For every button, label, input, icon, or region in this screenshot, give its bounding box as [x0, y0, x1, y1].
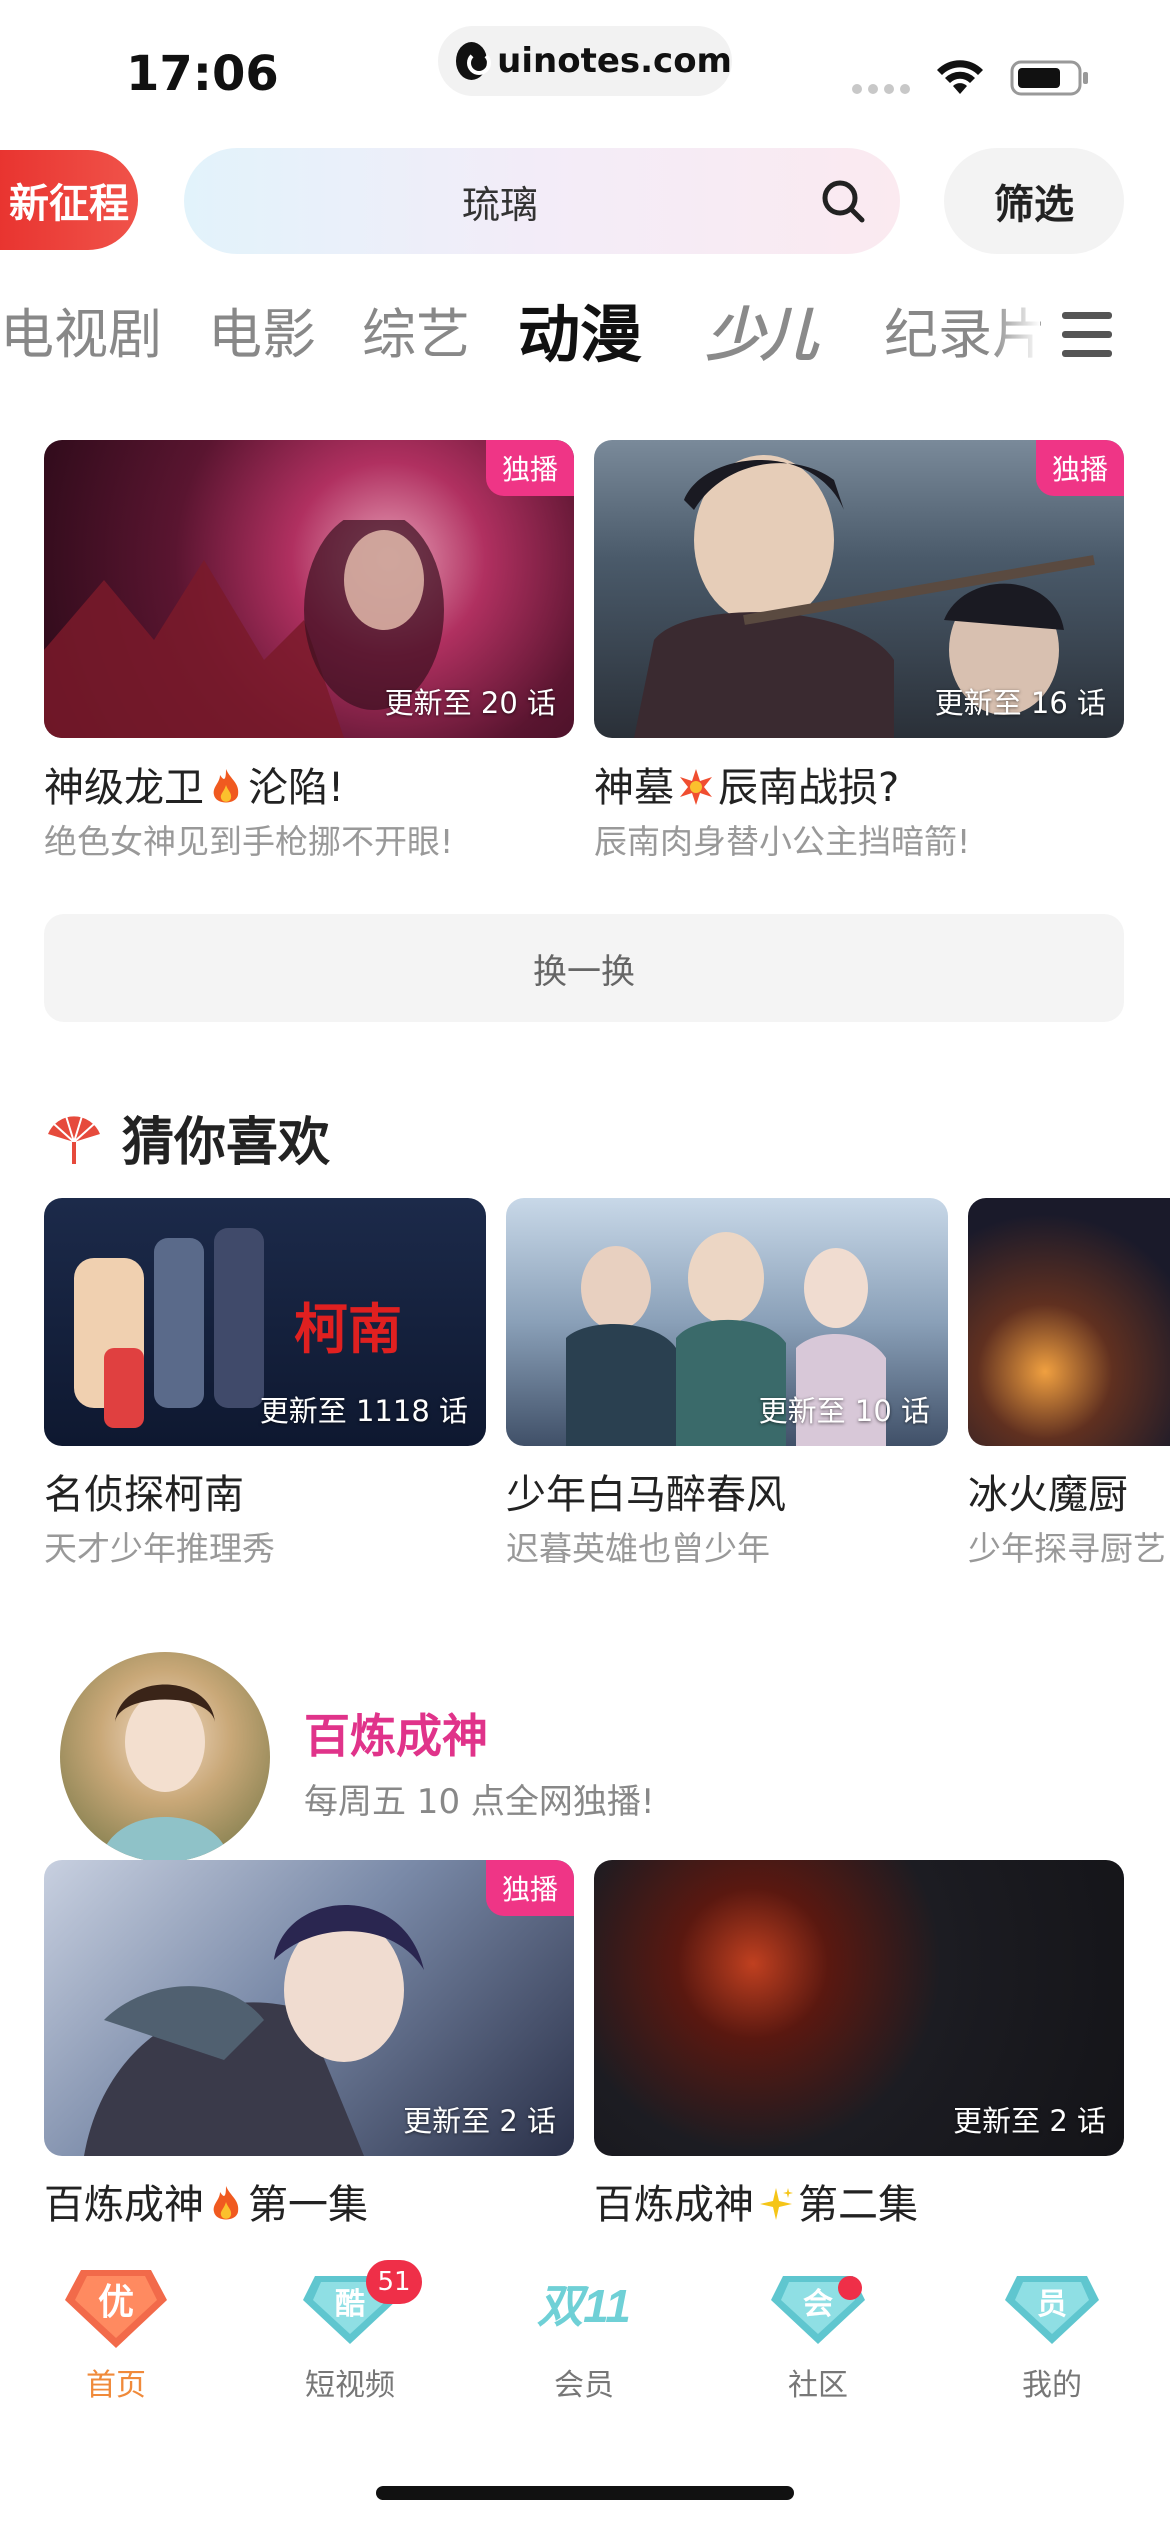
card-title: 神级龙卫 沦陷!: [44, 755, 344, 813]
title-part: 神级龙卫: [44, 765, 204, 811]
status-bar: 17:06 uinotes.com: [0, 0, 1170, 130]
section-title: 猜你喜欢: [122, 1113, 331, 1173]
nav-member[interactable]: 双11 会员: [504, 2260, 664, 2430]
home-indicator[interactable]: [376, 2486, 794, 2500]
wifi-icon: [937, 60, 983, 94]
thumbnail[interactable]: [968, 1198, 1170, 1446]
thumbnail[interactable]: 独播 更新至 16 话: [594, 440, 1124, 738]
explosion-icon: [680, 769, 712, 805]
update-label: 更新至 2 话: [403, 2104, 556, 2138]
tab-variety[interactable]: 综艺: [362, 290, 470, 380]
tab-anime[interactable]: 动漫: [518, 290, 642, 380]
title-part: 百炼成神: [594, 2182, 754, 2228]
update-label: 更新至 20 话: [384, 686, 556, 720]
nav-glyph: 优: [98, 2281, 134, 2322]
card-title: 名侦探柯南: [44, 1472, 244, 1518]
svg-text:柯南: 柯南: [294, 1300, 402, 1360]
title-part: 第一集: [248, 2182, 368, 2228]
title-part: 百炼成神: [44, 2182, 204, 2228]
card-title: 神墓 辰南战损?: [594, 755, 899, 813]
tabs-fade: [990, 290, 1040, 380]
community-icon: 会: [771, 2276, 865, 2344]
update-label: 更新至 10 话: [758, 1394, 930, 1428]
thumbnail[interactable]: 独播 更新至 2 话: [44, 1860, 574, 2156]
title-part: 神墓: [594, 765, 674, 811]
nav-profile[interactable]: 员 我的: [972, 2260, 1132, 2430]
title-part: 沦陷!: [248, 765, 345, 811]
promo-avatar[interactable]: [60, 1652, 270, 1862]
nav-label: 会员: [554, 2368, 614, 2403]
home-icon: 优: [65, 2270, 167, 2348]
card-title: 少年白马醉春风: [506, 1472, 786, 1518]
card-subtitle: 少年探寻厨艺: [968, 1529, 1166, 1568]
update-label: 更新至 16 话: [934, 686, 1106, 720]
double11-icon: 双11: [537, 2280, 631, 2332]
character-art: [100, 1684, 230, 1862]
menu-icon[interactable]: [1062, 312, 1112, 358]
title-part: 第二集: [798, 2182, 918, 2228]
promo-subtitle: 每周五 10 点全网独播!: [304, 1782, 655, 1822]
promo-badge[interactable]: 新征程: [0, 150, 138, 250]
exclusive-badge: 独播: [1035, 440, 1124, 496]
battery-icon: [1010, 60, 1088, 96]
nav-label: 社区: [788, 2368, 848, 2403]
update-label: 更新至 1118 话: [259, 1394, 468, 1428]
nav-glyph: 双11: [537, 2280, 631, 2332]
card-subtitle: 天才少年推理秀: [44, 1529, 275, 1568]
search-text: 琉璃: [462, 182, 539, 227]
thumbnail[interactable]: 更新至 10 话: [506, 1198, 948, 1446]
tab-movie[interactable]: 电影: [208, 290, 316, 380]
card-title: 百炼成神 第二集: [594, 2172, 918, 2230]
search-icon[interactable]: [818, 176, 868, 226]
thumbnail[interactable]: 柯南 更新至 1118 话: [44, 1198, 486, 1446]
nav-label: 短视频: [305, 2368, 395, 2403]
card-subtitle: 辰南肉身替小公主挡暗箭!: [594, 822, 971, 861]
filter-button[interactable]: 筛选: [944, 148, 1124, 254]
notification-count: 51: [366, 2260, 422, 2304]
section-header: 猜你喜欢: [44, 1100, 330, 1175]
swap-button[interactable]: 换一换: [44, 914, 1124, 1022]
url-pill[interactable]: uinotes.com: [438, 26, 732, 96]
signal-icon: [852, 84, 910, 94]
notification-dot: [838, 2276, 862, 2300]
thumbnail[interactable]: 独播 更新至 20 话: [44, 440, 574, 738]
status-time: 17:06: [126, 46, 279, 102]
nav-glyph: 酷: [335, 2288, 365, 2321]
exclusive-badge: 独播: [485, 1860, 574, 1916]
fan-icon: [48, 1115, 100, 1164]
title-part: 辰南战损?: [718, 765, 900, 811]
card-subtitle: 迟暮英雄也曾少年: [506, 1529, 770, 1568]
nav-glyph: 员: [1037, 2288, 1067, 2321]
tab-tv[interactable]: 电视剧: [0, 290, 162, 380]
nav-label: 我的: [1022, 2368, 1082, 2403]
sparkles-icon: [760, 2188, 793, 2220]
card-title: 百炼成神 第一集: [44, 2172, 368, 2230]
nav-glyph: 会: [803, 2288, 833, 2321]
profile-icon: 员: [1005, 2276, 1099, 2344]
url-text: uinotes.com: [497, 41, 732, 81]
nav-home[interactable]: 优 首页: [36, 2260, 196, 2430]
exclusive-badge: 独播: [485, 440, 574, 496]
promo-title[interactable]: 百炼成神: [304, 1700, 488, 1766]
nav-label: 首页: [86, 2368, 146, 2403]
card-subtitle: 绝色女神见到手枪挪不开眼!: [44, 822, 454, 861]
update-label: 更新至 2 话: [953, 2104, 1106, 2138]
tab-kids[interactable]: 少儿: [706, 290, 818, 380]
thumbnail[interactable]: 更新至 2 话: [594, 1860, 1124, 2156]
lock-icon: [456, 42, 492, 80]
fire-icon: [213, 2186, 239, 2220]
fire-icon: [213, 769, 239, 803]
search-box[interactable]: 琉璃: [184, 148, 900, 254]
card-title: 冰火魔厨: [968, 1472, 1128, 1518]
nav-community[interactable]: 会 社区: [738, 2260, 898, 2430]
nav-short-video[interactable]: 酷 51 短视频: [270, 2260, 430, 2430]
